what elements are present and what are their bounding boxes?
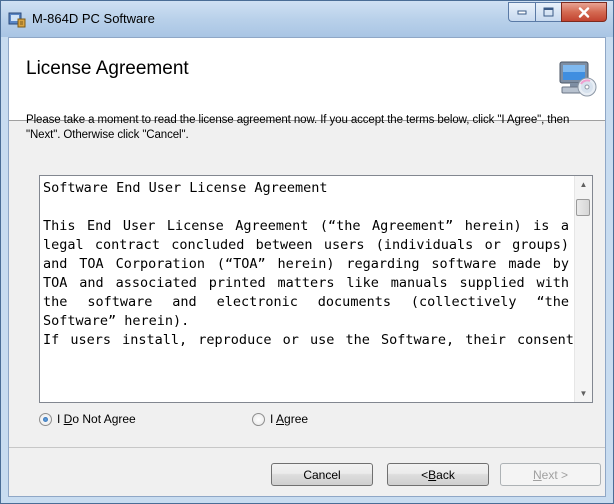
license-text-box[interactable]: Software End User License Agreement This… [39, 175, 593, 403]
next-button[interactable]: Next > [500, 463, 601, 486]
option-do-not-agree[interactable]: I Do Not Agree [39, 411, 136, 427]
footer-divider [9, 447, 605, 448]
scroll-up-arrow-icon[interactable]: ▲ [575, 176, 592, 193]
license-body: This End User License Agreement (“the Ag… [43, 218, 569, 329]
minimize-icon [517, 10, 526, 15]
cancel-button[interactable]: Cancel [271, 463, 373, 486]
caption-buttons [508, 2, 607, 22]
vertical-scrollbar[interactable]: ▲ ▼ [574, 176, 592, 402]
installer-app-icon [8, 10, 26, 28]
back-button[interactable]: < Back [387, 463, 489, 486]
dialog-header: License Agreement [9, 38, 605, 121]
maximize-button[interactable] [535, 2, 561, 22]
page-title: License Agreement [26, 58, 189, 79]
license-heading: Software End User License Agreement [43, 180, 328, 196]
scroll-down-arrow-icon[interactable]: ▼ [575, 385, 592, 402]
radio-do-not-agree[interactable] [39, 412, 52, 426]
installer-window: M-864D PC Software License Agreement Ple… [0, 0, 614, 504]
title-bar[interactable]: M-864D PC Software [1, 1, 613, 37]
option-agree[interactable]: I Agree [252, 411, 308, 427]
instruction-text: Please take a moment to read the license… [26, 114, 570, 141]
close-icon [578, 6, 590, 18]
maximize-icon [543, 7, 554, 17]
agree-label: I Agree [270, 412, 309, 426]
computer-cd-icon [557, 58, 597, 98]
window-title: M-864D PC Software [32, 11, 155, 26]
scrollbar-thumb[interactable] [576, 199, 590, 216]
radio-agree[interactable] [252, 412, 265, 426]
license-text: Software End User License Agreement This… [43, 179, 574, 350]
license-body-cutoff: If users install, reproduce or use the S… [43, 332, 574, 348]
minimize-button[interactable] [508, 2, 535, 22]
do-not-agree-label: I Do Not Agree [57, 412, 136, 426]
close-button[interactable] [561, 2, 607, 22]
